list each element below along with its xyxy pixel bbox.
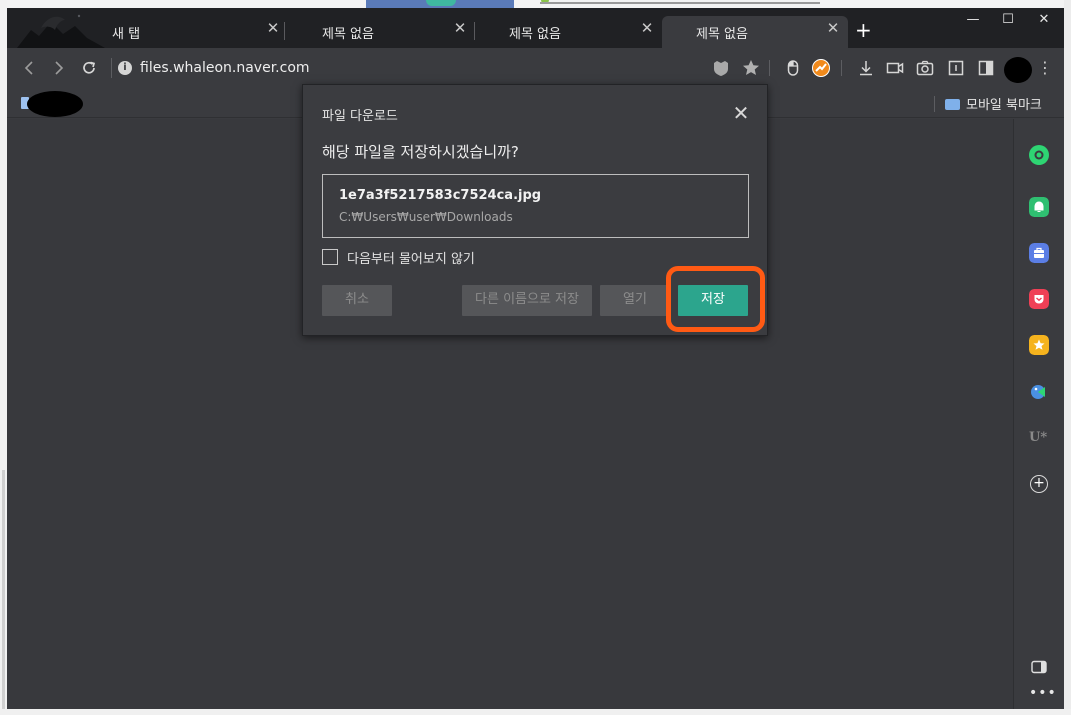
reload-button[interactable] [79, 58, 99, 78]
site-info-icon[interactable]: i [118, 61, 132, 75]
mouse-icon [787, 60, 799, 76]
whale-logo-icon [17, 14, 105, 48]
whale-shield-icon[interactable] [710, 57, 732, 79]
dialog-close-icon[interactable]: ✕ [731, 103, 751, 123]
toolbox-icon[interactable] [1029, 243, 1049, 263]
redacted-bookmark[interactable] [27, 91, 83, 117]
tab-close-icon[interactable]: ✕ [265, 20, 281, 36]
dont-ask-checkbox[interactable] [322, 249, 338, 265]
tab-label: 새 탭 [112, 27, 141, 42]
tab-label: 제목 없음 [322, 27, 374, 42]
open-button[interactable]: 열기 [600, 285, 670, 316]
capture-icon[interactable] [914, 57, 936, 79]
notification-icon[interactable] [1029, 197, 1049, 217]
text-box-icon [948, 60, 964, 76]
tab-close-icon[interactable]: ✕ [639, 20, 655, 36]
background-page-left-edge [0, 0, 7, 715]
cancel-button[interactable]: 취소 [322, 285, 392, 316]
minimize-button[interactable]: — [965, 12, 981, 28]
bookmark-star-icon[interactable] [740, 57, 762, 79]
split-view-icon [978, 60, 994, 76]
maximize-button[interactable]: ☐ [1000, 12, 1016, 28]
tab-close-icon[interactable]: ✕ [452, 20, 468, 36]
whale-on-icon[interactable] [1029, 145, 1049, 165]
bookmark-separator [934, 96, 935, 112]
tab-separator [284, 22, 285, 40]
video-camera-icon [886, 62, 904, 74]
tab-bar: 새 탭 ✕ 제목 없음 ✕ 제목 없음 ✕ 제목 없음 ✕ + — ☐ ✕ [7, 8, 1064, 48]
favorite-star-icon[interactable] [1029, 335, 1049, 355]
profile-avatar[interactable] [1004, 57, 1032, 83]
forward-button[interactable] [49, 58, 69, 78]
tab-new-tab[interactable]: 새 탭 ✕ [95, 16, 285, 48]
background-page-right-edge [1064, 0, 1071, 715]
folder-icon [945, 99, 960, 110]
save-button-highlight-annotation [666, 266, 765, 332]
dialog-question: 해당 파일을 저장하시겠습니까? [322, 143, 519, 161]
browser-toolbar: i files.whaleon.naver.com ⋮ [7, 48, 1064, 88]
tab-close-icon[interactable]: ✕ [825, 20, 841, 36]
sidebar-more-icon[interactable]: ••• [1029, 685, 1057, 701]
tab-label: 제목 없음 [696, 27, 748, 42]
download-icon[interactable] [855, 57, 877, 79]
background-page-top [0, 0, 1071, 8]
whale-sidebar: U* + ••• [1013, 119, 1064, 709]
back-button[interactable] [19, 58, 39, 78]
chevron-left-icon [24, 61, 33, 75]
sidebar-toggle-icon[interactable] [975, 57, 997, 79]
tab-untitled-active[interactable]: 제목 없음 ✕ [662, 16, 848, 48]
pocket-icon[interactable] [1029, 289, 1049, 309]
background-page-banner [366, 0, 514, 8]
file-name: 1e7a3f5217583c7524ca.jpg [339, 188, 542, 203]
toolbar-divider [769, 60, 770, 76]
tab-untitled-1[interactable]: 제목 없음 ✕ [288, 16, 475, 48]
download-arrow-icon [860, 61, 872, 76]
save-as-button[interactable]: 다른 이름으로 저장 [462, 285, 592, 316]
mouse-gesture-icon[interactable] [782, 57, 804, 79]
toolbar-divider [841, 60, 842, 76]
chevron-right-icon [55, 61, 64, 75]
star-icon [743, 60, 759, 75]
extension-icon[interactable] [810, 57, 832, 79]
file-info-box: 1e7a3f5217583c7524ca.jpg C:₩Users₩user₩D… [322, 174, 749, 238]
orange-extension-icon [812, 59, 830, 77]
background-page-text-line [540, 2, 820, 4]
add-sidebar-app-icon[interactable]: + [1030, 475, 1048, 493]
dialog-title: 파일 다운로드 [322, 109, 398, 124]
address-bar-separator [111, 58, 112, 78]
reader-mode-icon[interactable] [945, 57, 967, 79]
new-tab-button[interactable]: + [855, 20, 872, 40]
tab-label: 제목 없음 [509, 27, 561, 42]
mobile-bookmarks-label: 모바일 북마크 [966, 98, 1042, 113]
file-path: C:₩Users₩user₩Downloads [339, 210, 513, 224]
dont-ask-label[interactable]: 다음부터 물어보지 않기 [347, 248, 475, 267]
reload-icon [83, 61, 96, 74]
shield-icon [714, 61, 728, 76]
camera-icon [916, 60, 934, 76]
mobile-bookmarks-folder[interactable]: 모바일 북마크 [934, 94, 1042, 113]
tab-untitled-2[interactable]: 제목 없음 ✕ [475, 16, 662, 48]
close-window-button[interactable]: ✕ [1036, 12, 1052, 28]
u-extension-icon[interactable]: U* [1029, 430, 1047, 445]
background-page-bottom-edge [0, 709, 1071, 715]
address-bar-url[interactable]: files.whaleon.naver.com [140, 60, 310, 76]
more-menu-icon[interactable]: ⋮ [1037, 57, 1053, 79]
papago-icon[interactable] [1029, 381, 1049, 401]
video-icon[interactable] [884, 57, 906, 79]
sidebar-panel-icon[interactable] [1031, 660, 1047, 674]
